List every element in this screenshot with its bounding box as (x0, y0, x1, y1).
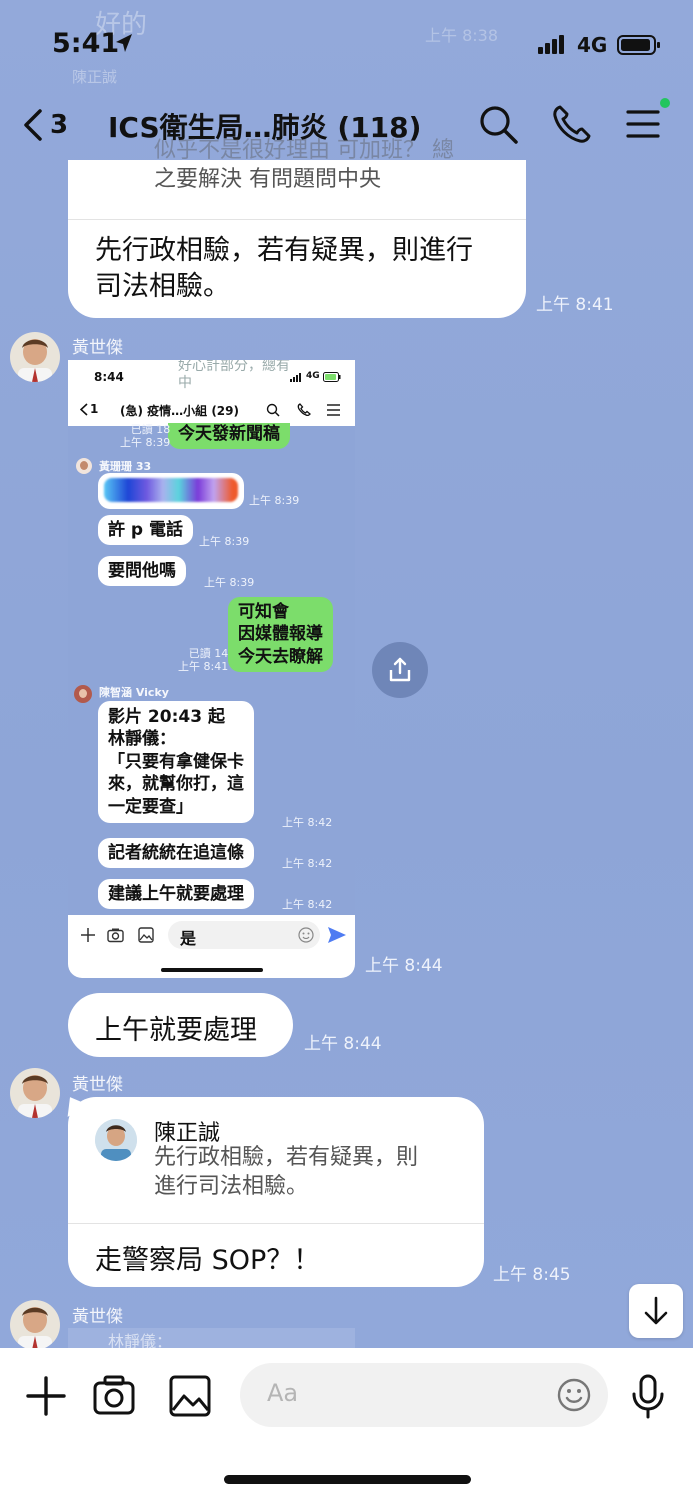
reply-bubble[interactable]: 陳正誠 先行政相驗，若有疑異，則 進行司法相驗。 走警察局 SOP？！ (68, 1097, 484, 1287)
quoted-message: 似乎不是很好理由 可加班？ 總 之要解決 有問題問中央 (154, 138, 454, 193)
inner-battery-icon (323, 372, 341, 382)
avatar[interactable] (10, 1068, 60, 1118)
quoted-message: 先行政相驗，若有疑異，則 進行司法相驗。 (154, 1145, 419, 1200)
inner-avatar (74, 685, 92, 703)
quoted-avatar-icon (95, 1119, 137, 1161)
sender-name: 黃世傑 (72, 1307, 123, 1327)
network-label: 4G (577, 33, 608, 57)
inner-header: 1 (急) 疫情…小組 (29) (68, 394, 355, 426)
scroll-to-bottom-button[interactable] (629, 1284, 683, 1338)
plus-icon[interactable] (22, 1372, 70, 1420)
battery-icon (617, 35, 660, 55)
chat-background: 好的 上午 8:38 陳正誠 5:41 4G 3 ICS衛生局…肺炎 (118)… (0, 0, 693, 1348)
status-bar: 5:41 4G (0, 0, 693, 90)
sender-name: 黃世傑 (72, 338, 123, 358)
arrow-down-icon (644, 1296, 668, 1325)
online-indicator (660, 98, 670, 108)
inner-emoji-icon (298, 927, 314, 943)
camera-icon[interactable] (90, 1372, 138, 1420)
message-input[interactable]: Aa (240, 1363, 608, 1427)
inner-bubble: 要問他嗎 (98, 556, 186, 587)
location-arrow-icon (116, 34, 132, 52)
next-image-peek: 林靜儀： (68, 1328, 355, 1348)
inner-ghost: 好心計部分，總有 中 (178, 360, 290, 391)
inner-menu-icon (327, 404, 340, 416)
inner-plus-icon (81, 928, 95, 942)
inner-green-bubble: 可知會 因媒體報導 今天去瞭解 (228, 597, 333, 673)
inner-bubble: 建議上午就要處理 (98, 879, 254, 910)
divider (68, 1223, 484, 1224)
inner-bubble: 許 p 電話 (98, 515, 194, 546)
emoji-icon[interactable] (556, 1377, 592, 1413)
avatar-portrait-icon (10, 332, 60, 382)
message-time: 上午 8:44 (304, 1034, 382, 1054)
share-icon (389, 657, 411, 682)
quoted-avatar (95, 1119, 137, 1161)
avatar[interactable] (10, 332, 60, 382)
unread-count: 3 (50, 110, 69, 140)
avatar-portrait-icon (10, 1068, 60, 1118)
status-time: 5:41 (52, 28, 120, 59)
image-icon[interactable] (166, 1372, 214, 1420)
inner-green-bubble: 今天發新聞稿 (168, 423, 290, 450)
inner-home-indicator (161, 968, 263, 972)
message-bubble[interactable]: 上午就要處理 (68, 993, 293, 1057)
inner-camera-icon (107, 928, 124, 943)
message-input-bar: Aa (0, 1348, 693, 1499)
message-time: 上午 8:45 (493, 1265, 571, 1285)
avatar-portrait-icon (10, 1300, 60, 1348)
chevron-left-icon (24, 109, 42, 141)
image-message[interactable]: 8:44 好心計部分，總有 中 4G 1 (急) 疫情…小組 (29) 今天發新… (68, 360, 355, 978)
back-button[interactable]: 3 (22, 105, 82, 145)
divider (68, 219, 526, 220)
inner-send-icon (328, 927, 346, 943)
signal-icon (538, 35, 564, 54)
message-text: 先行政相驗，若有疑異，則進行 司法相驗。 (95, 235, 473, 302)
inner-read: 已讀 18 上午 8:39 (120, 423, 171, 450)
inner-read: 已讀 14 上午 8:41 (178, 647, 229, 674)
inner-signal-icon (290, 373, 301, 382)
menu-icon[interactable] (622, 102, 666, 146)
inner-status-bar: 8:44 好心計部分，總有 中 4G (68, 360, 355, 394)
inner-text-field: 是 (168, 921, 320, 949)
inner-image-icon (138, 927, 154, 943)
home-indicator (224, 1475, 471, 1484)
share-button[interactable] (372, 642, 428, 698)
search-icon[interactable] (476, 102, 520, 146)
inner-phone-icon (297, 403, 311, 417)
inner-input-bar: 是 (68, 915, 355, 978)
reply-bubble[interactable]: 似乎不是很好理由 可加班？ 總 之要解決 有問題問中央 先行政相驗，若有疑異，則… (68, 138, 526, 318)
redacted-blur (104, 478, 238, 502)
inner-back-icon (80, 403, 88, 416)
microphone-icon[interactable] (624, 1372, 672, 1420)
phone-icon[interactable] (550, 102, 594, 146)
inner-bubble: 記者統統在追這條 (98, 838, 254, 869)
inner-avatar (76, 458, 92, 474)
input-placeholder: Aa (267, 1379, 299, 1407)
message-time: 上午 8:44 (365, 956, 443, 976)
inner-blurred-bubble (98, 473, 244, 509)
message-text: 走警察局 SOP？！ (95, 1245, 321, 1276)
inner-search-icon (266, 403, 280, 417)
inner-bubble: 影片 20:43 起 林靜儀： 「只要有拿健保卡 來，就幫你打，這 一定要查」 (98, 701, 254, 824)
message-time: 上午 8:41 (536, 295, 614, 315)
avatar[interactable] (10, 1300, 60, 1348)
